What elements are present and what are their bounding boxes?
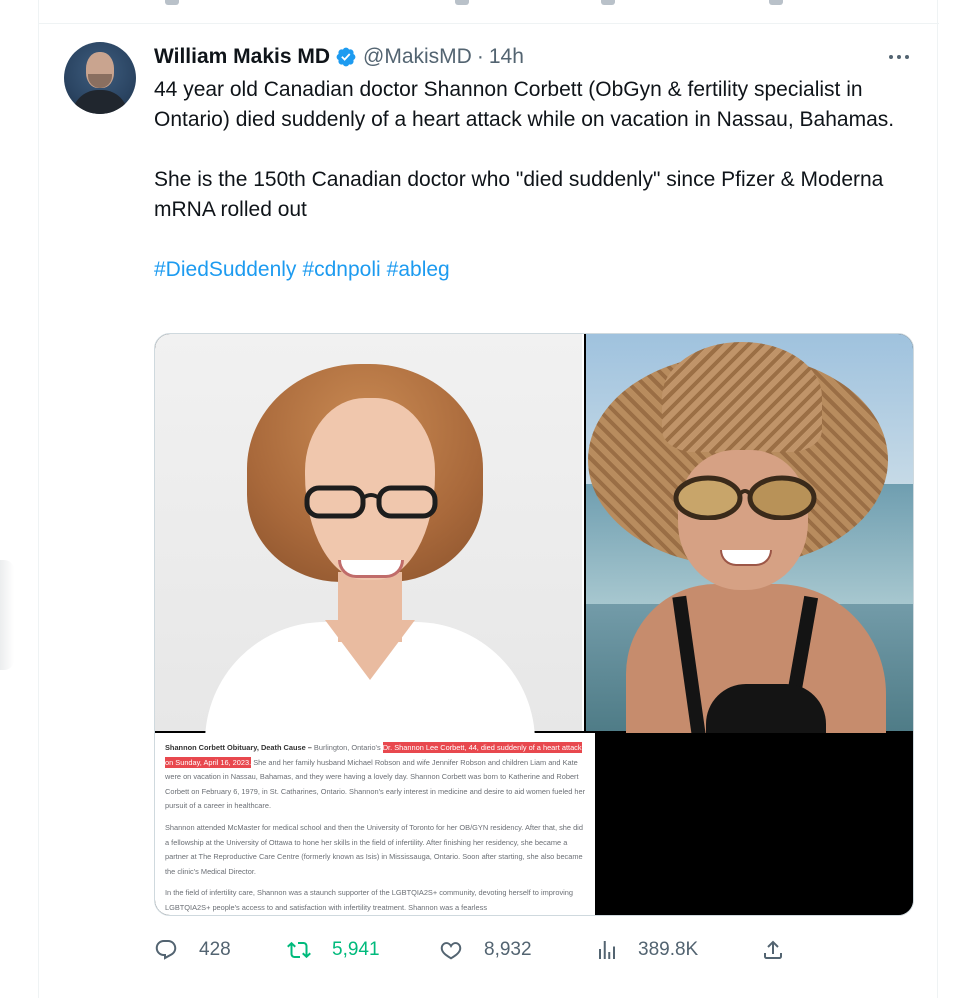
hashtag-link[interactable]: #cdnpoli <box>302 258 380 281</box>
timeline-column: William Makis MD @MakisMD · 14h 44 year … <box>38 0 939 998</box>
glasses-shape <box>304 485 438 519</box>
like-button[interactable]: 8,932 <box>439 933 532 967</box>
previous-tweet-actions-edge <box>39 0 939 24</box>
like-count: 8,932 <box>484 939 532 960</box>
views-chart-icon <box>599 941 615 959</box>
more-dot <box>897 55 901 59</box>
share-icon <box>764 940 782 959</box>
article-lead: Shannon Corbett Obituary, Death Cause – <box>165 743 312 752</box>
tweet-paragraph-2: She is the 150th Canadian doctor who "di… <box>154 168 884 221</box>
verified-badge-icon[interactable] <box>335 46 357 68</box>
views-button[interactable]: 389.8K <box>595 933 698 967</box>
author-display-name[interactable]: William Makis MD <box>154 45 330 69</box>
view-count: 389.8K <box>638 939 699 960</box>
sunglasses-shape <box>673 475 817 520</box>
tweet-action-bar: 428 5,941 8,932 389.8K <box>154 933 794 967</box>
avatar-shoulders <box>72 90 128 114</box>
more-dot <box>905 55 909 59</box>
tweet-header: William Makis MD @MakisMD · 14h <box>154 43 524 71</box>
previous-reply-icon-edge <box>165 0 179 5</box>
photo-portrait-studio[interactable] <box>155 334 584 742</box>
hashtag-link[interactable]: #DiedSuddenly <box>154 258 296 281</box>
media-empty-cell <box>595 733 913 915</box>
article-paragraph-1: Shannon Corbett Obituary, Death Cause – … <box>165 742 586 811</box>
media-grid[interactable]: Shannon Corbett Obituary, Death Cause – … <box>154 333 914 916</box>
photo-beach-selfie[interactable] <box>586 334 913 744</box>
header-separator: · <box>476 45 484 68</box>
tweet-text: 44 year old Canadian doctor Shannon Corb… <box>154 75 914 285</box>
left-gutter-shadow <box>0 560 14 670</box>
avatar[interactable] <box>64 42 136 114</box>
reply-count: 428 <box>199 939 231 960</box>
obituary-article-screenshot[interactable]: Shannon Corbett Obituary, Death Cause – … <box>155 733 595 915</box>
article-paragraph-2: Shannon attended McMaster for medical sc… <box>165 822 583 876</box>
share-button[interactable] <box>761 933 806 967</box>
retweet-button[interactable]: 5,941 <box>287 933 380 967</box>
previous-like-icon-edge <box>455 0 469 5</box>
article-paragraph-3: In the field of infertility care, Shanno… <box>165 888 573 912</box>
previous-share-icon-edge <box>769 0 783 5</box>
page-left-gutter <box>0 0 38 998</box>
more-options-icon[interactable] <box>887 47 911 67</box>
author-handle[interactable]: @MakisMD <box>363 45 472 69</box>
retweet-count: 5,941 <box>332 939 380 960</box>
more-dot <box>889 55 893 59</box>
tweet[interactable]: William Makis MD @MakisMD · 14h 44 year … <box>39 25 939 998</box>
hashtag-list: #DiedSuddenly #cdnpoli #ableg <box>154 255 914 285</box>
tweet-paragraph-1: 44 year old Canadian doctor Shannon Corb… <box>154 78 895 131</box>
hashtag-link[interactable]: #ableg <box>387 258 450 281</box>
tweet-timestamp[interactable]: 14h <box>489 45 524 69</box>
retweet-icon <box>287 941 311 959</box>
heart-icon <box>440 942 462 960</box>
previous-views-icon-edge <box>601 0 615 5</box>
reply-button[interactable]: 428 <box>154 933 231 967</box>
reply-icon <box>155 940 177 960</box>
